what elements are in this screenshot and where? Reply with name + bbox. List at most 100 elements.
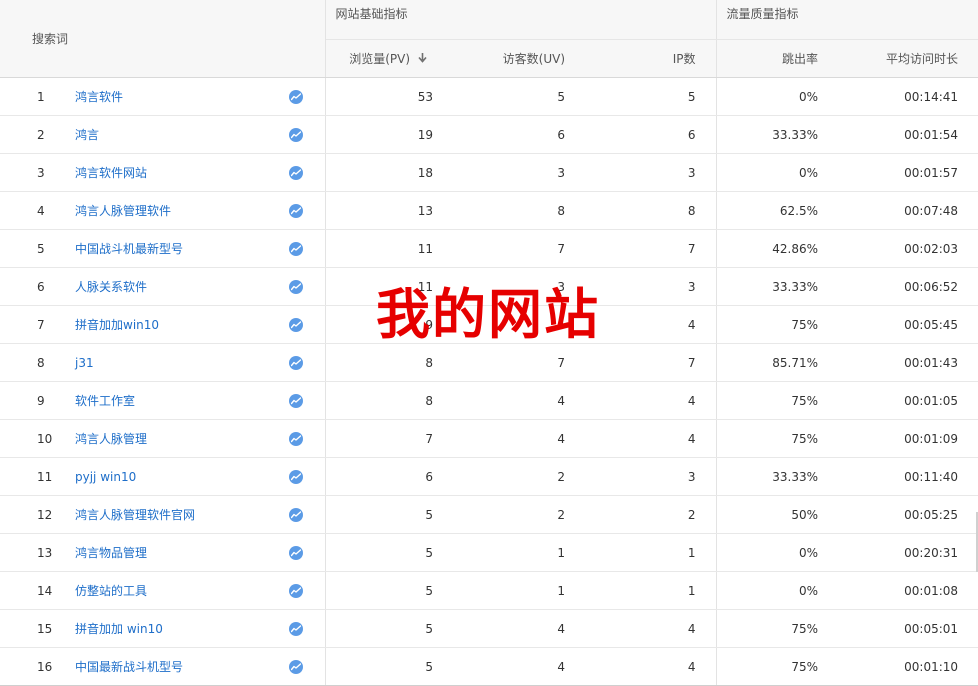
avg-duration-column-header[interactable]: 平均访问时长	[838, 39, 978, 78]
uv-column-header[interactable]: 访客数(UV)	[445, 39, 586, 78]
trend-cell	[275, 191, 326, 230]
avg-duration-value: 00:14:41	[838, 77, 978, 116]
avg-duration-value: 00:06:52	[838, 267, 978, 306]
row-index: 12	[0, 495, 75, 534]
arrow-down-icon[interactable]	[418, 53, 427, 66]
trend-chart-icon[interactable]	[288, 203, 303, 218]
trend-chart-icon[interactable]	[288, 469, 303, 484]
uv-value: 4	[445, 381, 586, 420]
avg-duration-value: 00:01:09	[838, 419, 978, 458]
trend-chart-icon[interactable]	[288, 545, 303, 560]
ip-column-header[interactable]: IP数	[585, 39, 717, 78]
uv-value: 4	[445, 305, 586, 344]
avg-duration-value: 00:05:45	[838, 305, 978, 344]
pv-value: 18	[325, 153, 446, 192]
trend-chart-icon[interactable]	[288, 393, 303, 408]
table-row: 5 中国战斗机最新型号 11 7 7 42.86% 00:02:03	[0, 229, 978, 268]
bounce-rate-column-header[interactable]: 跳出率	[716, 39, 839, 78]
table-row: 6 人脉关系软件 11 3 3 33.33% 00:06:52	[0, 267, 978, 306]
keyword-link[interactable]: 鸿言人脉管理	[75, 419, 275, 458]
trend-chart-icon[interactable]	[288, 507, 303, 522]
keyword-link[interactable]: 中国战斗机最新型号	[75, 229, 275, 268]
pv-value: 13	[325, 191, 446, 230]
avg-duration-value: 00:01:43	[838, 343, 978, 382]
keyword-link[interactable]: 鸿言人脉管理软件	[75, 191, 275, 230]
pv-value: 8	[325, 381, 446, 420]
keyword-link[interactable]: 软件工作室	[75, 381, 275, 420]
keyword-link[interactable]: 人脉关系软件	[75, 267, 275, 306]
keyword-link[interactable]: 仿整站的工具	[75, 571, 275, 610]
bounce-rate-value: 0%	[716, 77, 839, 116]
trend-chart-icon[interactable]	[288, 317, 303, 332]
keyword-link[interactable]: 鸿言人脉管理软件官网	[75, 495, 275, 534]
uv-value: 2	[445, 495, 586, 534]
bounce-rate-value: 0%	[716, 571, 839, 610]
pv-header-label: 浏览量(PV)	[349, 52, 411, 66]
uv-value: 2	[445, 457, 586, 496]
trend-chart-icon[interactable]	[288, 127, 303, 142]
row-index: 3	[0, 153, 75, 192]
uv-value: 5	[445, 77, 586, 116]
table-row: 16 中国最新战斗机型号 5 4 4 75% 00:01:10	[0, 647, 978, 686]
keyword-link[interactable]: 鸿言物品管理	[75, 533, 275, 572]
keyword-link[interactable]: pyjj win10	[75, 457, 275, 496]
row-index: 16	[0, 647, 75, 686]
trend-cell	[275, 267, 326, 306]
trend-chart-icon[interactable]	[288, 279, 303, 294]
ip-value: 3	[585, 267, 717, 306]
keyword-link[interactable]: 鸿言	[75, 115, 275, 154]
trend-chart-icon[interactable]	[288, 431, 303, 446]
ip-value: 8	[585, 191, 717, 230]
bounce-rate-value: 75%	[716, 419, 839, 458]
trend-chart-icon[interactable]	[288, 621, 303, 636]
trend-chart-icon[interactable]	[288, 659, 303, 674]
trend-cell	[275, 533, 326, 572]
bounce-rate-value: 0%	[716, 533, 839, 572]
table-row: 11 pyjj win10 6 2 3 33.33% 00:11:40	[0, 457, 978, 496]
ip-value: 2	[585, 495, 717, 534]
uv-value: 3	[445, 153, 586, 192]
keyword-link[interactable]: 鸿言软件网站	[75, 153, 275, 192]
trend-chart-icon[interactable]	[288, 165, 303, 180]
table-row: 14 仿整站的工具 5 1 1 0% 00:01:08	[0, 571, 978, 610]
keyword-link[interactable]: 鸿言软件	[75, 77, 275, 116]
trend-cell	[275, 495, 326, 534]
uv-value: 7	[445, 343, 586, 382]
keyword-link[interactable]: 拼音加加win10	[75, 305, 275, 344]
trend-cell	[275, 77, 326, 116]
row-index: 14	[0, 571, 75, 610]
table-row: 8 j31 8 7 7 85.71% 00:01:43	[0, 343, 978, 382]
bounce-rate-value: 0%	[716, 153, 839, 192]
ip-value: 4	[585, 419, 717, 458]
trend-cell	[275, 419, 326, 458]
trend-chart-icon[interactable]	[288, 89, 303, 104]
uv-value: 1	[445, 571, 586, 610]
pv-value: 5	[325, 647, 446, 686]
basic-metrics-group-header: 网站基础指标	[325, 0, 717, 40]
trend-chart-icon[interactable]	[288, 583, 303, 598]
table-row: 1 鸿言软件 53 5 5 0% 00:14:41	[0, 77, 978, 116]
bounce-rate-value: 33.33%	[716, 115, 839, 154]
pv-column-header[interactable]: 浏览量(PV)	[325, 39, 446, 78]
keyword-link[interactable]: j31	[75, 343, 275, 382]
row-index: 1	[0, 77, 75, 116]
table-row: 7 拼音加加win10 9 4 4 75% 00:05:45	[0, 305, 978, 344]
uv-value: 4	[445, 419, 586, 458]
ip-value: 6	[585, 115, 717, 154]
pv-value: 11	[325, 229, 446, 268]
trend-cell	[275, 343, 326, 382]
ip-value: 4	[585, 305, 717, 344]
avg-duration-value: 00:01:05	[838, 381, 978, 420]
table-body: 1 鸿言软件 53 5 5 0% 00:14:41 2 鸿言 19 6 6 33.33% 00:01:54…	[0, 77, 978, 686]
pv-value: 8	[325, 343, 446, 382]
ip-value: 3	[585, 153, 717, 192]
ip-value: 1	[585, 571, 717, 610]
trend-chart-icon[interactable]	[288, 355, 303, 370]
keyword-link[interactable]: 中国最新战斗机型号	[75, 647, 275, 686]
trend-chart-icon[interactable]	[288, 241, 303, 256]
table-row: 2 鸿言 19 6 6 33.33% 00:01:54	[0, 115, 978, 154]
row-index: 2	[0, 115, 75, 154]
keyword-link[interactable]: 拼音加加 win10	[75, 609, 275, 648]
table-row: 9 软件工作室 8 4 4 75% 00:01:05	[0, 381, 978, 420]
bounce-rate-value: 75%	[716, 305, 839, 344]
